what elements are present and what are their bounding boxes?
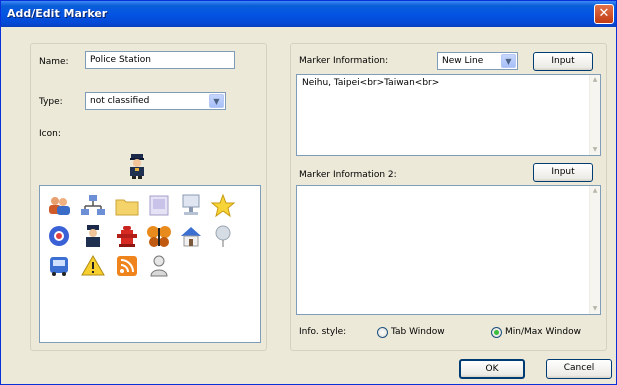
name-label: Name:	[39, 57, 69, 67]
users-icon[interactable]	[46, 193, 72, 219]
selected-police-officer-icon	[130, 154, 144, 179]
close-button[interactable]: ✕	[594, 4, 614, 24]
scroll-up-icon[interactable]: ▲	[590, 75, 600, 85]
minmax-window-radio[interactable]	[491, 327, 502, 338]
line-mode-select[interactable]: New Line ▼	[437, 52, 518, 70]
marker-info-text: Neihu, Taipei<br>Taiwan<br>	[302, 78, 440, 88]
type-label: Type:	[39, 97, 63, 107]
document-icon[interactable]	[146, 193, 172, 219]
window-title: Add/Edit Marker	[7, 7, 108, 20]
marker-info2-scrollbar[interactable]: ▲ ▼	[589, 186, 600, 314]
type-select-value: not classified	[90, 96, 150, 106]
radio-selected-dot	[494, 330, 499, 335]
scroll-up-icon[interactable]: ▲	[590, 186, 600, 196]
icon-gallery[interactable]	[39, 185, 261, 343]
warning-icon[interactable]	[80, 253, 106, 279]
minmax-window-label[interactable]: Min/Max Window	[505, 327, 581, 337]
marker-info2-textarea[interactable]: ▲ ▼	[296, 185, 601, 315]
input2-button[interactable]: Input	[533, 163, 593, 182]
fire-hydrant-icon[interactable]	[114, 223, 140, 249]
chevron-down-icon[interactable]: ▼	[209, 94, 224, 108]
icon-label: Icon:	[39, 129, 61, 139]
input-button[interactable]: Input	[533, 52, 593, 71]
rss-icon[interactable]	[114, 253, 140, 279]
scroll-down-icon[interactable]: ▼	[590, 304, 600, 314]
marker-info2-label: Marker Information 2:	[299, 170, 397, 180]
marker-info-scrollbar[interactable]: ▲ ▼	[589, 75, 600, 155]
type-select[interactable]: not classified ▼	[85, 92, 226, 110]
balloon-icon[interactable]	[210, 223, 236, 249]
network-icon[interactable]	[80, 193, 106, 219]
house-icon[interactable]	[178, 223, 204, 249]
marker-info-label: Marker Information:	[299, 56, 389, 66]
info-style-label: Info. style:	[299, 327, 347, 337]
police-officer-icon[interactable]	[80, 223, 106, 249]
computer-icon[interactable]	[178, 193, 204, 219]
add-edit-marker-dialog: Add/Edit Marker ✕ Name: Police Station T…	[0, 0, 617, 385]
butterfly-icon[interactable]	[146, 223, 172, 249]
user-icon[interactable]	[146, 253, 172, 279]
line-mode-value: New Line	[442, 56, 484, 66]
title-bar[interactable]: Add/Edit Marker ✕	[1, 1, 616, 27]
name-input[interactable]: Police Station	[85, 51, 235, 69]
folder-icon[interactable]	[114, 193, 140, 219]
ok-button[interactable]: OK	[459, 359, 525, 379]
chevron-down-icon[interactable]: ▼	[501, 54, 516, 68]
lifebuoy-icon[interactable]	[46, 223, 72, 249]
star-icon[interactable]	[210, 193, 236, 219]
marker-info-textarea[interactable]: Neihu, Taipei<br>Taiwan<br> ▲ ▼	[296, 74, 601, 156]
tab-window-label[interactable]: Tab Window	[391, 327, 445, 337]
scroll-down-icon[interactable]: ▼	[590, 145, 600, 155]
bus-icon[interactable]	[46, 253, 72, 279]
tab-window-radio[interactable]	[377, 327, 388, 338]
cancel-button[interactable]: Cancel	[546, 359, 612, 379]
